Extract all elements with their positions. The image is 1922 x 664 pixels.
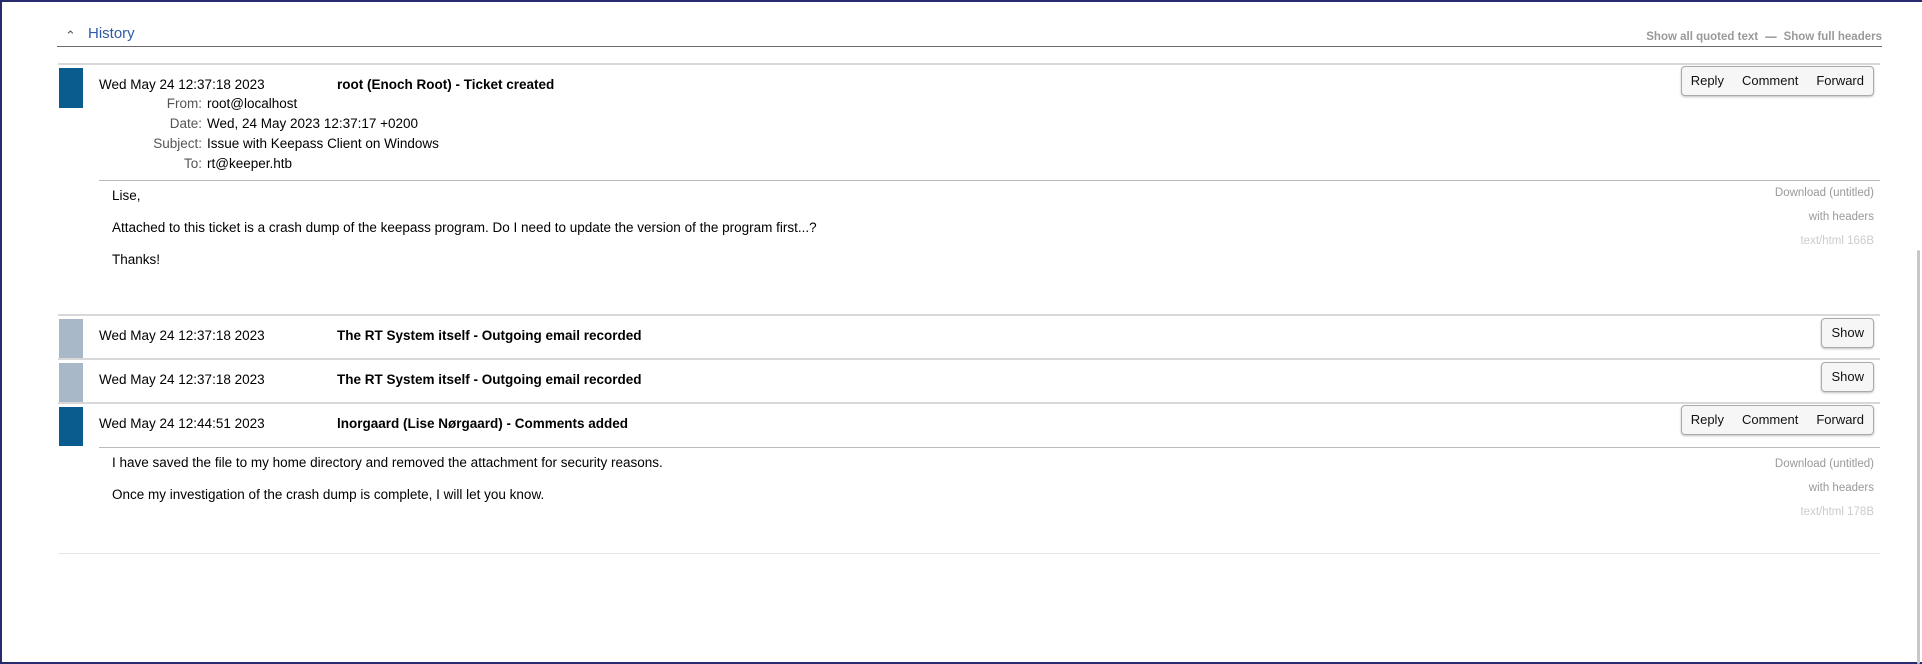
attachment-info: Download (untitled) with headers text/ht… bbox=[1775, 452, 1874, 524]
chevron-up-icon[interactable]: ⌃ bbox=[65, 28, 76, 44]
header-from: From: root@localhost bbox=[99, 96, 298, 111]
message-body: Lise, Attached to this ticket is a crash… bbox=[99, 180, 1880, 311]
transaction-description: The RT System itself - Outgoing email re… bbox=[337, 372, 642, 387]
transaction-type-marker bbox=[59, 68, 83, 108]
transaction-type-marker bbox=[59, 363, 83, 402]
attachment-info: Download (untitled) with headers text/ht… bbox=[1775, 181, 1874, 253]
with-headers-link[interactable]: with headers bbox=[1775, 476, 1874, 500]
header-date: Date: Wed, 24 May 2023 12:37:17 +0200 bbox=[99, 116, 418, 131]
comment-button[interactable]: Comment bbox=[1733, 67, 1807, 95]
header-value: Issue with Keepass Client on Windows bbox=[207, 136, 439, 151]
link-separator: — bbox=[1765, 31, 1777, 43]
transaction-ticket-created: Wed May 24 12:37:18 2023 root (Enoch Roo… bbox=[58, 63, 1880, 314]
header-value: root@localhost bbox=[207, 96, 298, 111]
with-headers-link[interactable]: with headers bbox=[1775, 205, 1874, 229]
history-header: ⌃ History Show all quoted text — Show full… bbox=[57, 20, 1882, 47]
transaction-outgoing-email: Wed May 24 12:37:18 2023 The RT System i… bbox=[58, 358, 1880, 402]
transaction-description: lnorgaard (Lise Nørgaard) - Comments add… bbox=[337, 416, 629, 431]
body-line: I have saved the file to my home directo… bbox=[112, 455, 663, 470]
forward-button[interactable]: Forward bbox=[1807, 67, 1873, 95]
attachment-meta: text/html 178B bbox=[1800, 506, 1874, 518]
body-line: Thanks! bbox=[112, 252, 161, 267]
message-body: I have saved the file to my home directo… bbox=[99, 447, 1880, 553]
transaction-type-marker bbox=[59, 407, 83, 446]
transaction-description: root (Enoch Root) - Ticket created bbox=[337, 77, 555, 92]
history-title[interactable]: History bbox=[88, 25, 135, 42]
header-label: From: bbox=[166, 96, 202, 111]
transaction-date: Wed May 24 12:37:18 2023 bbox=[99, 328, 265, 343]
header-label: To: bbox=[183, 156, 202, 171]
transaction-actions: Show bbox=[1821, 318, 1874, 348]
transaction-date: Wed May 24 12:44:51 2023 bbox=[99, 416, 265, 431]
history-links: Show all quoted text — Show full headers bbox=[1646, 31, 1882, 43]
header-subject: Subject: Issue with Keepass Client on Win… bbox=[99, 136, 439, 151]
comment-button[interactable]: Comment bbox=[1733, 406, 1807, 434]
header-value: Wed, 24 May 2023 12:37:17 +0200 bbox=[207, 116, 419, 131]
transaction-date: Wed May 24 12:37:18 2023 bbox=[99, 77, 265, 92]
body-line: Once my investigation of the crash dump … bbox=[112, 487, 545, 502]
header-label: Date: bbox=[169, 116, 202, 131]
show-button[interactable]: Show bbox=[1822, 319, 1873, 347]
transaction-actions: Reply Comment Forward bbox=[1680, 66, 1874, 96]
transaction-date: Wed May 24 12:37:18 2023 bbox=[99, 372, 265, 387]
header-to: To: rt@keeper.htb bbox=[99, 156, 292, 171]
transaction-type-marker bbox=[59, 319, 83, 358]
transaction-description: The RT System itself - Outgoing email re… bbox=[337, 328, 642, 343]
show-full-headers-link[interactable]: Show full headers bbox=[1784, 31, 1882, 43]
scrollbar-thumb[interactable] bbox=[1917, 250, 1920, 664]
header-value: rt@keeper.htb bbox=[207, 156, 293, 171]
reply-button[interactable]: Reply bbox=[1682, 67, 1733, 95]
show-button[interactable]: Show bbox=[1822, 363, 1873, 391]
transaction-actions: Show bbox=[1821, 362, 1874, 392]
reply-button[interactable]: Reply bbox=[1682, 406, 1733, 434]
show-quoted-text-link[interactable]: Show all quoted text bbox=[1646, 31, 1758, 43]
download-link[interactable]: Download (untitled) bbox=[1775, 452, 1874, 476]
body-line: Lise, bbox=[112, 188, 141, 203]
attachment-meta: text/html 166B bbox=[1800, 235, 1874, 247]
transaction-outgoing-email: Wed May 24 12:37:18 2023 The RT System i… bbox=[58, 314, 1880, 358]
body-line: Attached to this ticket is a crash dump … bbox=[112, 220, 817, 235]
header-label: Subject: bbox=[153, 136, 202, 151]
transaction-actions: Reply Comment Forward bbox=[1680, 405, 1874, 435]
forward-button[interactable]: Forward bbox=[1807, 406, 1873, 434]
scrollbar[interactable] bbox=[1908, 2, 1922, 664]
download-link[interactable]: Download (untitled) bbox=[1775, 181, 1874, 205]
transaction-comments-added: Wed May 24 12:44:51 2023 lnorgaard (Lise… bbox=[58, 402, 1880, 554]
